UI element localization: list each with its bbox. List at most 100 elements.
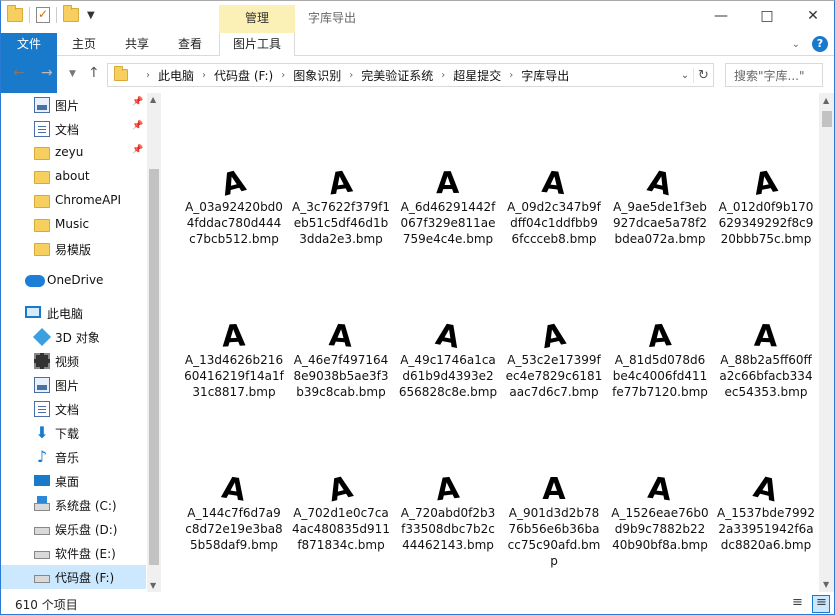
sidebar-item[interactable]: about — [1, 165, 146, 189]
scroll-down-icon[interactable]: ▼ — [823, 580, 829, 589]
sidebar-item[interactable]: ♪ 音乐 — [1, 445, 146, 469]
chevron-right-icon[interactable]: › — [349, 70, 353, 81]
file-item[interactable]: A A_1526eae76b0 d9b9c7882b22 40b90bf8a.bmp — [607, 399, 713, 552]
file-item[interactable]: A A_46e7f497164 8e9038b5ae3f3 b39c8cab.bmp — [288, 246, 394, 399]
file-item[interactable]: A A_012d0f9b170 629349292f8c9 20bbb75c.bmp — [713, 93, 819, 246]
file-item[interactable]: A A_88b2a5ff60ff a2c66bfacb334 ec54353.bmp — [713, 246, 819, 399]
sidebar-item-label: zeyu — [55, 145, 84, 159]
tab-share[interactable]: 共享 — [115, 33, 159, 56]
file-item[interactable]: A A_81d5d078d6 be4c4006fd411 fe77b7120.bmp — [607, 246, 713, 399]
scroll-down-icon[interactable]: ▼ — [150, 581, 156, 590]
large-icons-view-icon[interactable] — [812, 595, 830, 613]
sidebar-item[interactable]: zeyu 📌 — [1, 141, 146, 165]
file-item[interactable]: A A_49c1746a1ca d61b9d4393e2 656828c8e.bmp — [395, 246, 501, 399]
sidebar-item[interactable]: 文档 📌 — [1, 117, 146, 141]
chevron-right-icon[interactable]: › — [146, 70, 150, 81]
file-item[interactable]: A A_144c7f6d7a9 c8d72e19e3ba8 5b58daf9.bmp — [181, 399, 287, 552]
sidebar-item-label: 视频 — [55, 355, 80, 369]
file-item[interactable]: A A_13d4626b216 60416219f14a1f 31c8817.bmp — [181, 246, 287, 399]
address-dropdown-icon[interactable]: ⌄ — [677, 70, 693, 81]
file-item[interactable]: A A_09d2c347b9f dff04c1ddfbb9 6fccceb8.bmp — [501, 93, 607, 246]
sidebar-item[interactable]: 图片 — [1, 373, 146, 397]
sidebar-item[interactable]: OneDrive — [1, 269, 146, 293]
refresh-icon[interactable]: ↻ — [693, 67, 713, 83]
file-name-line: b39c8cab.bmp — [296, 385, 386, 399]
sidebar-item[interactable]: 3D 对象 — [1, 325, 146, 349]
file-name-line: f33508dbc7b2c — [401, 522, 495, 536]
file-item[interactable]: A A_702d1e0c7ca 4ac480835d911 f871834c.bmp — [288, 399, 394, 552]
breadcrumb-drive-f[interactable]: 代码盘 (F:) — [214, 67, 273, 84]
file-name-line: A_53c2e17399f — [507, 353, 601, 367]
pin-icon: 📌 — [132, 121, 144, 131]
sidebar-scrollbar[interactable]: ▲ ▼ — [147, 93, 161, 592]
sidebar-item[interactable]: 软件盘 (E:) — [1, 541, 146, 565]
chevron-right-icon[interactable]: › — [509, 70, 513, 81]
content-scrollbar[interactable]: ▲ ▼ — [819, 93, 834, 592]
tab-view[interactable]: 查看 — [169, 33, 211, 56]
content-scroll-thumb[interactable] — [822, 111, 832, 127]
sidebar-item[interactable]: 系统盘 (C:) — [1, 493, 146, 517]
breadcrumb-this-pc[interactable]: 此电脑 — [158, 67, 194, 84]
scroll-up-icon[interactable]: ▲ — [823, 96, 829, 105]
file-item[interactable]: A A_03a92420bd0 4fddac780d444 c7bcb512.bmp — [181, 93, 287, 246]
sidebar-scroll-thumb[interactable] — [149, 169, 159, 565]
file-item[interactable]: A A_3c7622f379f1 eb51c5df46d1b 3dda2e3.bmp — [288, 93, 394, 246]
file-thumbnail: A — [321, 163, 361, 203]
tab-picture-tools[interactable]: 图片工具 — [219, 33, 295, 56]
new-folder-icon[interactable] — [63, 5, 79, 22]
file-name: A_49c1746a1ca d61b9d4393e2 656828c8e.bmp — [395, 352, 501, 400]
recent-locations-icon[interactable]: ▼ — [69, 69, 76, 79]
chevron-right-icon[interactable]: › — [281, 70, 285, 81]
minimize-button[interactable]: — — [698, 1, 744, 31]
sidebar-item[interactable]: 易模版 — [1, 237, 146, 261]
sidebar-item[interactable]: 娱乐盘 (D:) — [1, 517, 146, 541]
back-button[interactable]: ← — [13, 65, 25, 81]
scroll-up-icon[interactable]: ▲ — [150, 95, 156, 104]
close-button[interactable]: ✕ — [790, 1, 834, 31]
breadcrumb-font-export[interactable]: 字库导出 — [521, 67, 569, 84]
chevron-right-icon[interactable]: › — [441, 70, 445, 81]
tab-home[interactable]: 主页 — [63, 33, 105, 56]
maximize-button[interactable]: □ — [744, 1, 790, 31]
file-item[interactable]: A A_53c2e17399f ec4e7829c6181 aac7d6c7.bmp — [501, 246, 607, 399]
sidebar-item[interactable]: 此电脑 — [1, 301, 146, 325]
thumbnail-glyph: A — [646, 470, 674, 509]
sidebar-item[interactable]: 文档 — [1, 397, 146, 421]
file-name: A_1537bde7992 2a33951942f6a dc8820a6.bmp — [713, 505, 819, 553]
sidebar-item[interactable]: ⬇ 下载 — [1, 421, 146, 445]
sidebar-item[interactable]: Music — [1, 213, 146, 237]
sidebar-item[interactable]: 图片 📌 — [1, 93, 146, 117]
maximize-icon: □ — [760, 8, 774, 24]
forward-button[interactable]: → — [41, 65, 53, 81]
file-name: A_901d3d2b78 76b56e6b36ba cc75c90afd.bm p — [501, 505, 607, 569]
qat-dropdown-icon[interactable]: ▼ — [87, 10, 95, 21]
chevron-right-icon[interactable]: › — [202, 70, 206, 81]
breadcrumb-verification-system[interactable]: 完美验证系统 — [361, 67, 433, 84]
file-thumbnail: A — [640, 163, 680, 203]
file-item[interactable]: A A_6d46291442f 067f329e811ae 759e4c4e.bmp — [395, 93, 501, 246]
address-bar[interactable]: › 此电脑 › 代码盘 (F:) › 图象识别 › 完美验证系统 › 超星提交 … — [107, 63, 714, 87]
breadcrumb-image-recognition[interactable]: 图象识别 — [293, 67, 341, 84]
folder-icon[interactable] — [7, 5, 23, 22]
file-item[interactable]: A A_1537bde7992 2a33951942f6a dc8820a6.bmp — [713, 399, 819, 552]
file-name-line: 927dcae5a78f2 — [613, 216, 707, 230]
file-item[interactable]: A A_720abd0f2b3 f33508dbc7b2c 44462143.bmp — [395, 399, 501, 552]
search-input[interactable]: 搜索"字库..." — [725, 63, 823, 87]
sidebar-item-label: ChromeAPI — [55, 193, 122, 207]
breadcrumb-chaoxing-submit[interactable]: 超星提交 — [453, 67, 501, 84]
expand-ribbon-icon[interactable]: ⌄ — [792, 39, 800, 50]
sidebar-item[interactable]: ChromeAPI — [1, 189, 146, 213]
file-item[interactable]: A A_901d3d2b78 76b56e6b36ba cc75c90afd.bm p — [501, 399, 607, 569]
sidebar-item[interactable]: 代码盘 (F:) — [1, 565, 146, 589]
up-button[interactable]: ↑ — [88, 65, 100, 81]
minimize-icon: — — [714, 8, 728, 24]
close-icon: ✕ — [807, 8, 819, 24]
details-view-icon[interactable] — [788, 595, 806, 613]
sidebar-item[interactable]: 视频 — [1, 349, 146, 373]
properties-icon[interactable] — [36, 7, 50, 23]
help-icon[interactable]: ? — [812, 36, 828, 52]
file-item[interactable]: A A_9ae5de1f3eb 927dcae5a78f2 bdea072a.bmp — [607, 93, 713, 246]
manage-contextual-tab[interactable]: 管理 — [219, 5, 295, 33]
sidebar-item[interactable]: 桌面 — [1, 469, 146, 493]
status-bar: 610 个项目 — [1, 592, 834, 614]
